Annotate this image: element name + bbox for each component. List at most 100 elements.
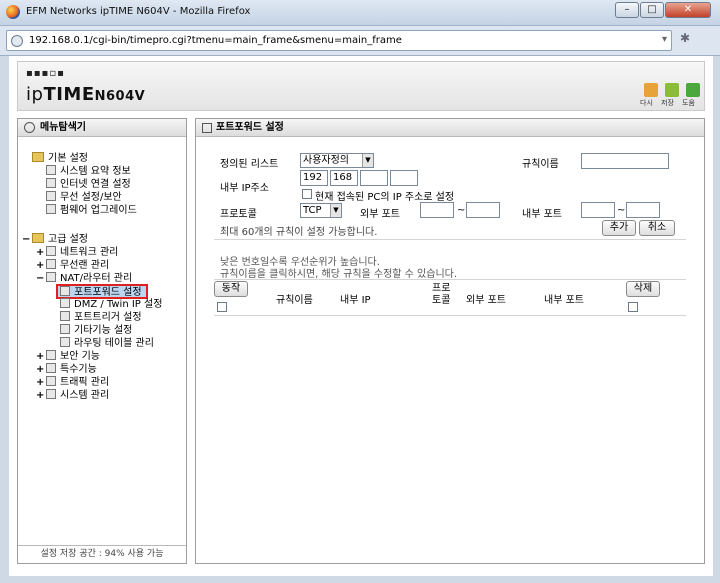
close-button[interactable]: ✕ [665, 2, 711, 18]
lock-icon [46, 350, 56, 360]
save-button[interactable]: 저장 [661, 83, 683, 107]
tree-port-trigger[interactable]: 포트트리거 설정 [60, 311, 142, 324]
firefox-icon [6, 5, 20, 19]
folder-icon [32, 233, 44, 243]
expand-icon[interactable]: + [36, 350, 44, 363]
folder-icon [32, 152, 44, 162]
page-icon [60, 324, 70, 334]
tree-label: 무선랜 관리 [60, 260, 110, 271]
tree-label: 특수기능 [60, 364, 97, 375]
router-icon [46, 272, 56, 282]
maximize-button[interactable]: □ [640, 2, 664, 18]
internal-port-end[interactable] [626, 202, 660, 218]
minimize-button[interactable]: – [615, 2, 639, 18]
select-all-checkbox[interactable] [217, 302, 227, 312]
tree-internet-setup[interactable]: 인터넷 연결 설정 [46, 178, 131, 191]
tree-advanced-settings[interactable]: − 고급 설정 [22, 233, 88, 246]
address-bar: 192.168.0.1/cgi-bin/timepro.cgi?tmenu=ma… [0, 26, 720, 56]
url-text: 192.168.0.1/cgi-bin/timepro.cgi?tmenu=ma… [29, 35, 402, 46]
tree-wireless-management[interactable]: + 무선랜 관리 [36, 259, 110, 272]
content-title: 포트포워드 설정 [216, 122, 284, 133]
tree-port-forward[interactable]: 포트포워드 설정 [56, 284, 148, 299]
special-icon [46, 363, 56, 373]
expand-icon[interactable]: + [36, 246, 44, 259]
addon-icon[interactable]: ✱ [676, 31, 694, 49]
external-port-label: 외부 포트 [360, 209, 400, 220]
wireless-icon [46, 259, 56, 269]
collapse-icon[interactable]: − [36, 272, 44, 285]
router-page: ▪▪▪▫▪ ipTIMEN604V 다시 저장 도움 메뉴탐색기 기본 설정 시… [9, 56, 713, 576]
predefined-list-label: 정의된 리스트 [220, 159, 279, 170]
tree-network-management[interactable]: + 네트워크 관리 [36, 246, 119, 259]
wireless-icon [46, 191, 56, 201]
logo-ip: ip [26, 84, 44, 105]
expand-icon[interactable]: + [36, 363, 44, 376]
tree-routing-table[interactable]: 라우팅 테이블 관리 [60, 337, 154, 350]
ip-octet-2[interactable]: 168 [330, 170, 358, 186]
tree-label: 시스템 관리 [60, 390, 110, 401]
tree-label: 네트워크 관리 [60, 247, 119, 258]
predefined-list-select[interactable]: 사용자정의 ▼ [300, 153, 374, 168]
table-bottom-border [214, 315, 686, 316]
protocol-select[interactable]: TCP ▼ [300, 203, 342, 218]
external-port-start[interactable] [420, 202, 454, 218]
col-protocol: 프로 토콜 [432, 283, 451, 306]
save-icon [665, 83, 679, 97]
tree-label: 기타기능 설정 [74, 325, 133, 336]
traffic-icon [46, 376, 56, 386]
delete-all-checkbox[interactable] [628, 302, 638, 312]
tree-basic-settings[interactable]: 기본 설정 [32, 152, 88, 165]
tree-security[interactable]: + 보안 기능 [36, 350, 100, 363]
expand-icon[interactable]: + [36, 259, 44, 272]
logo-model: N604V [94, 89, 146, 104]
tree-wireless-setup[interactable]: 무선 설정/보안 [46, 191, 122, 204]
tree-system-summary[interactable]: 시스템 요약 정보 [46, 165, 131, 178]
ip-octet-3[interactable] [360, 170, 388, 186]
tree-label: 포트포워드 설정 [74, 287, 142, 298]
tree-traffic[interactable]: + 트래픽 관리 [36, 376, 110, 389]
run-button[interactable]: 동작 [214, 281, 248, 297]
sidebar-header: 메뉴탐색기 [18, 119, 186, 137]
menu-explorer: 메뉴탐색기 기본 설정 시스템 요약 정보 인터넷 연결 설정 무선 설정/보안… [17, 118, 187, 564]
page-icon [60, 311, 70, 321]
tree-label: 무선 설정/보안 [60, 192, 122, 203]
add-button[interactable]: 추가 [602, 220, 636, 236]
tree-system[interactable]: + 시스템 관리 [36, 389, 110, 402]
table-top-border [214, 279, 686, 280]
internal-port-start[interactable] [581, 202, 615, 218]
page-icon [60, 286, 70, 296]
collapse-icon[interactable]: − [22, 233, 30, 246]
tree-firmware-upgrade[interactable]: 펌웨어 업그레이드 [46, 204, 137, 217]
external-port-end[interactable] [466, 202, 500, 218]
help-icon [686, 83, 700, 97]
save-label: 저장 [661, 99, 674, 107]
expand-icon[interactable]: + [36, 389, 44, 402]
tree-special[interactable]: + 특수기능 [36, 363, 97, 376]
chevron-down-icon[interactable]: ▾ [662, 34, 667, 45]
current-pc-checkbox[interactable] [302, 189, 312, 199]
chart-icon [46, 389, 56, 399]
help-button[interactable]: 도움 [682, 83, 704, 107]
ip-octet-4[interactable] [390, 170, 418, 186]
tree-label: 기본 설정 [48, 153, 88, 164]
refresh-icon [644, 83, 658, 97]
col-rule-name: 규칙이름 [276, 295, 313, 306]
refresh-button[interactable]: 다시 [640, 83, 662, 107]
monitor-icon [46, 178, 56, 188]
rule-name-input[interactable] [581, 153, 669, 169]
tree-dmz[interactable]: DMZ / Twin IP 설정 [60, 298, 162, 311]
cancel-button[interactable]: 취소 [639, 220, 675, 236]
tree-label: 라우팅 테이블 관리 [74, 338, 154, 349]
site-identity-icon[interactable] [11, 35, 23, 47]
tree-label: 펌웨어 업그레이드 [60, 205, 137, 216]
url-input[interactable]: 192.168.0.1/cgi-bin/timepro.cgi?tmenu=ma… [6, 30, 672, 51]
tree-misc-settings[interactable]: 기타기능 설정 [60, 324, 132, 337]
window-title: EFM Networks ipTIME N604V - Mozilla Fire… [26, 6, 251, 17]
chevron-down-icon: ▼ [362, 154, 373, 167]
delete-button[interactable]: 삭제 [626, 281, 660, 297]
port-range-separator: ~ [617, 205, 626, 216]
ip-octet-1[interactable]: 192 [300, 170, 328, 186]
expand-icon[interactable]: + [36, 376, 44, 389]
tree-label: 트래픽 관리 [60, 377, 110, 388]
port-range-separator: ~ [457, 205, 466, 216]
